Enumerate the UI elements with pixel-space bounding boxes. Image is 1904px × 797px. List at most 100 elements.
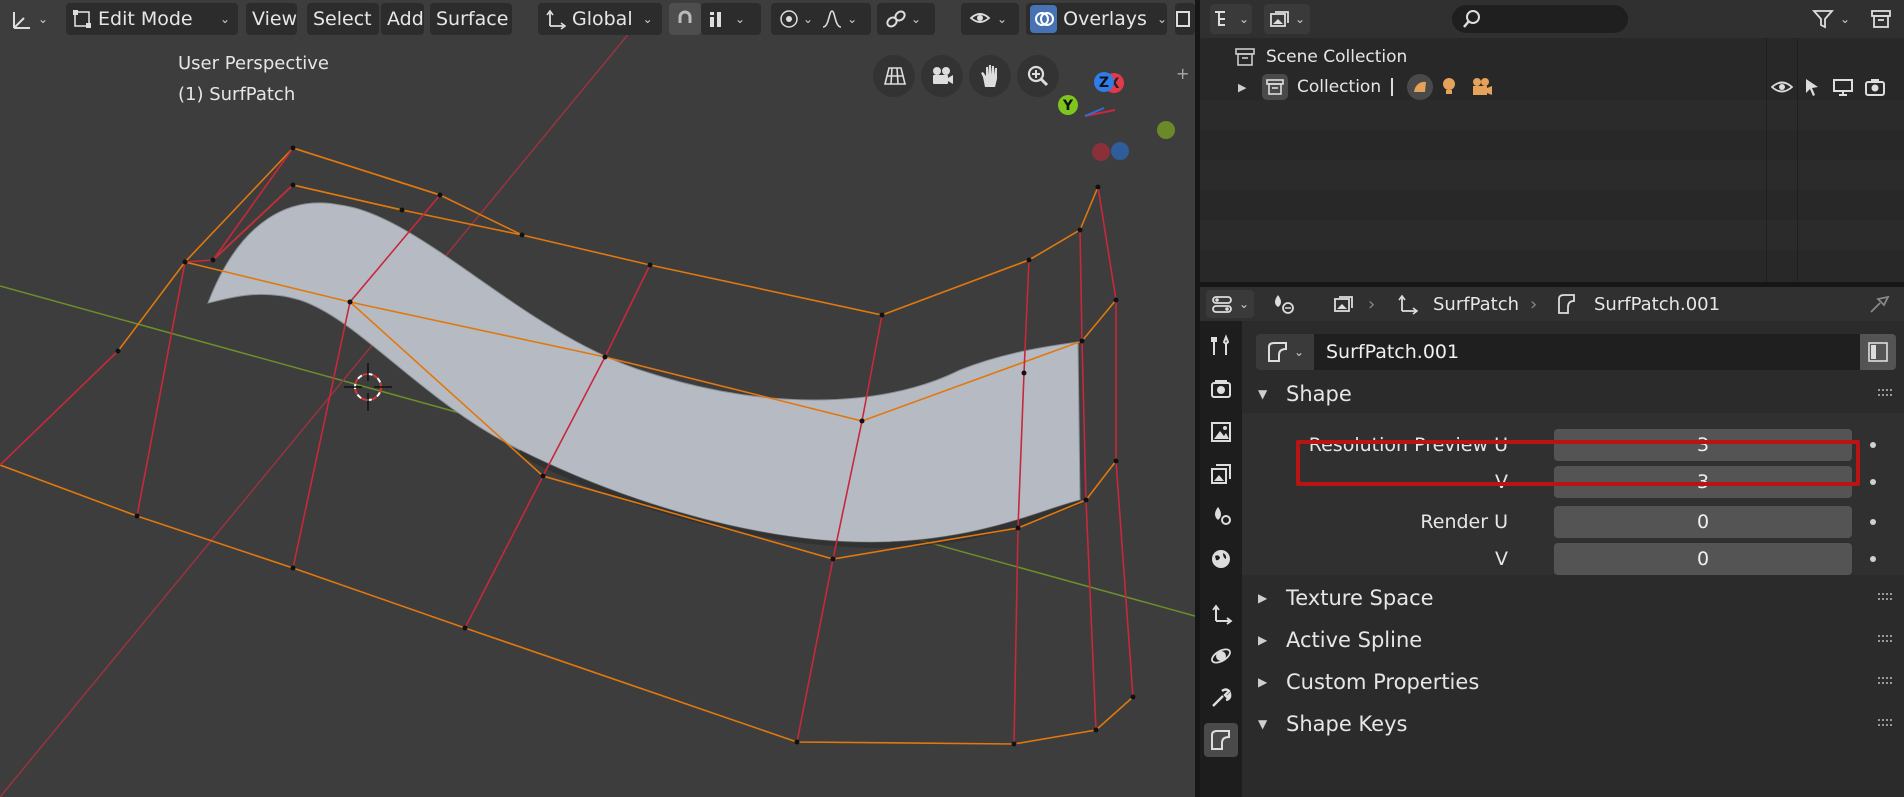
pan-view-button[interactable] xyxy=(969,55,1011,97)
filter-dropdown[interactable]: ⌄ xyxy=(1812,4,1862,34)
render-v-label: V xyxy=(1495,548,1508,570)
drag-handle-icon[interactable] xyxy=(1878,388,1894,398)
panel-expanded-arrow-icon: ▼ xyxy=(1258,387,1268,401)
viewport-scene[interactable] xyxy=(0,0,1195,797)
pin-toggle-icon[interactable] xyxy=(1270,293,1296,315)
panel-shape-keys-header[interactable]: ▼ Shape Keys xyxy=(1242,705,1904,743)
pin-icon[interactable] xyxy=(1868,293,1890,315)
tab-object[interactable] xyxy=(1204,597,1238,631)
tab-render[interactable] xyxy=(1204,372,1238,406)
render-u-field[interactable]: 0 xyxy=(1554,506,1852,538)
surface-data-icon xyxy=(1556,293,1578,315)
browse-datablock-button[interactable]: ⌄ xyxy=(1256,334,1314,370)
panel-shape-header[interactable]: ▼ Shape xyxy=(1242,375,1904,413)
properties-icon xyxy=(1211,294,1235,314)
collection-icon xyxy=(1262,74,1288,100)
eye-icon[interactable] xyxy=(1771,79,1793,95)
datablock-name-field[interactable]: SurfPatch.001 xyxy=(1314,334,1860,370)
wrench-icon xyxy=(1209,686,1233,710)
datablock-selector[interactable]: ⌄ SurfPatch.001 xyxy=(1256,334,1896,370)
outliner-editor-type-button[interactable]: ⌄ xyxy=(1210,4,1252,34)
monitor-icon[interactable] xyxy=(1832,77,1854,97)
tab-tool[interactable] xyxy=(1204,329,1238,363)
surface-data-icon xyxy=(1266,340,1290,364)
z-axis-label: Z xyxy=(1099,75,1109,91)
eye-pointer-icon xyxy=(969,9,993,29)
snap-toggle[interactable] xyxy=(669,3,701,35)
new-collection-icon xyxy=(1870,8,1892,30)
chevron-down-icon: ⌄ xyxy=(847,12,858,26)
render-camera-icon[interactable] xyxy=(1864,77,1886,97)
tab-modifiers[interactable] xyxy=(1204,681,1238,715)
camera-view-button[interactable] xyxy=(921,55,963,97)
chevron-down-icon: ⌄ xyxy=(1156,12,1167,26)
object-axes-icon xyxy=(1396,293,1418,315)
xray-toggle[interactable] xyxy=(1175,3,1195,35)
overlays-dropdown[interactable]: Overlays ⌄ xyxy=(1026,3,1167,35)
tab-scene[interactable] xyxy=(1204,499,1238,533)
navigation-gizmo[interactable]: X Z Y xyxy=(1050,60,1180,170)
panel-texture-space-header[interactable]: ▶ Texture Space xyxy=(1242,579,1904,617)
select-pointer-icon[interactable] xyxy=(1803,77,1821,97)
properties-content: ⌄ SurfPatch.001 ▼ Shape Resolution Previ… xyxy=(1242,321,1904,797)
link-icon xyxy=(885,9,907,29)
fake-user-button[interactable] xyxy=(1860,334,1896,370)
drag-handle-icon[interactable] xyxy=(1878,718,1894,728)
editor-type-button[interactable]: ⌄ xyxy=(6,3,56,35)
highlight-box xyxy=(1296,440,1860,486)
nurbs-surface xyxy=(207,202,1081,543)
neg-z-axis-dot[interactable] xyxy=(1111,142,1129,160)
tab-physics[interactable] xyxy=(1204,639,1238,673)
outliner-row-scene-collection[interactable]: Scene Collection xyxy=(1200,42,1904,72)
mode-dropdown[interactable]: Edit Mode ⌄ xyxy=(66,3,238,35)
menu-select[interactable]: Select xyxy=(307,3,379,35)
proportional-circle-icon xyxy=(779,9,799,29)
menu-view-label: View xyxy=(252,8,298,30)
menu-view[interactable]: View xyxy=(246,3,297,35)
neg-y-axis-dot[interactable] xyxy=(1157,121,1175,139)
chevron-down-icon: ⌄ xyxy=(642,12,653,26)
panel-texture-space-title: Texture Space xyxy=(1286,586,1434,610)
drag-handle-icon[interactable] xyxy=(1878,676,1894,686)
neg-x-axis-dot[interactable] xyxy=(1092,143,1110,161)
chevron-down-icon: ⌄ xyxy=(911,12,922,26)
keyframe-dot-icon[interactable] xyxy=(1870,442,1876,448)
breadcrumb-separator-icon: › xyxy=(1530,293,1538,315)
panel-custom-properties-header[interactable]: ▶ Custom Properties xyxy=(1242,663,1904,701)
drag-handle-icon[interactable] xyxy=(1878,634,1894,644)
drag-handle-icon[interactable] xyxy=(1878,592,1894,602)
search-icon xyxy=(1462,9,1482,29)
object-axes-icon xyxy=(1209,602,1233,626)
expand-arrow-icon[interactable]: ▶ xyxy=(1238,81,1246,94)
toggle-grid-view-button[interactable] xyxy=(873,55,915,97)
chevron-down-icon: ⌄ xyxy=(1840,12,1851,26)
snap-target-dropdown[interactable]: ⌄ xyxy=(701,3,761,35)
visibility-dropdown[interactable]: ⌄ xyxy=(961,3,1019,35)
3d-viewport[interactable]: ⌄ Edit Mode ⌄ View Select Add Surface Gl… xyxy=(0,0,1195,797)
display-mode-button[interactable]: ⌄ xyxy=(1264,4,1310,34)
keyframe-dot-icon[interactable] xyxy=(1870,556,1876,562)
menu-surface[interactable]: Surface xyxy=(430,3,512,35)
tab-view-layer[interactable] xyxy=(1204,457,1238,491)
render-v-field[interactable]: 0 xyxy=(1554,543,1852,575)
transform-orientation-dropdown[interactable]: Global ⌄ xyxy=(538,3,662,35)
new-collection-button[interactable] xyxy=(1868,6,1894,32)
properties-editor-type-button[interactable]: ⌄ xyxy=(1206,290,1254,318)
proportional-editing[interactable]: ⌄ ⌄ xyxy=(771,3,871,35)
magnet-icon xyxy=(675,9,695,29)
tab-output[interactable] xyxy=(1204,415,1238,449)
viewport-header: ⌄ Edit Mode ⌄ View Select Add Surface Gl… xyxy=(0,0,1195,38)
outliner-icon xyxy=(1213,9,1235,29)
keyframe-dot-icon[interactable] xyxy=(1870,479,1876,485)
tab-data[interactable] xyxy=(1204,723,1238,757)
tab-world[interactable] xyxy=(1204,542,1238,576)
tool-icon xyxy=(1209,334,1233,358)
keyframe-dot-icon[interactable] xyxy=(1870,519,1876,525)
outliner-search-input[interactable] xyxy=(1452,5,1628,33)
panel-active-spline-header[interactable]: ▶ Active Spline xyxy=(1242,621,1904,659)
show-gizmo-dropdown[interactable]: ⌄ xyxy=(877,3,935,35)
menu-add[interactable]: Add xyxy=(381,3,424,35)
chevron-down-icon: ⌄ xyxy=(1238,297,1250,311)
panel-shape-title: Shape xyxy=(1286,382,1352,406)
outliner-row-collection[interactable]: ▶ Collection xyxy=(1200,72,1904,102)
